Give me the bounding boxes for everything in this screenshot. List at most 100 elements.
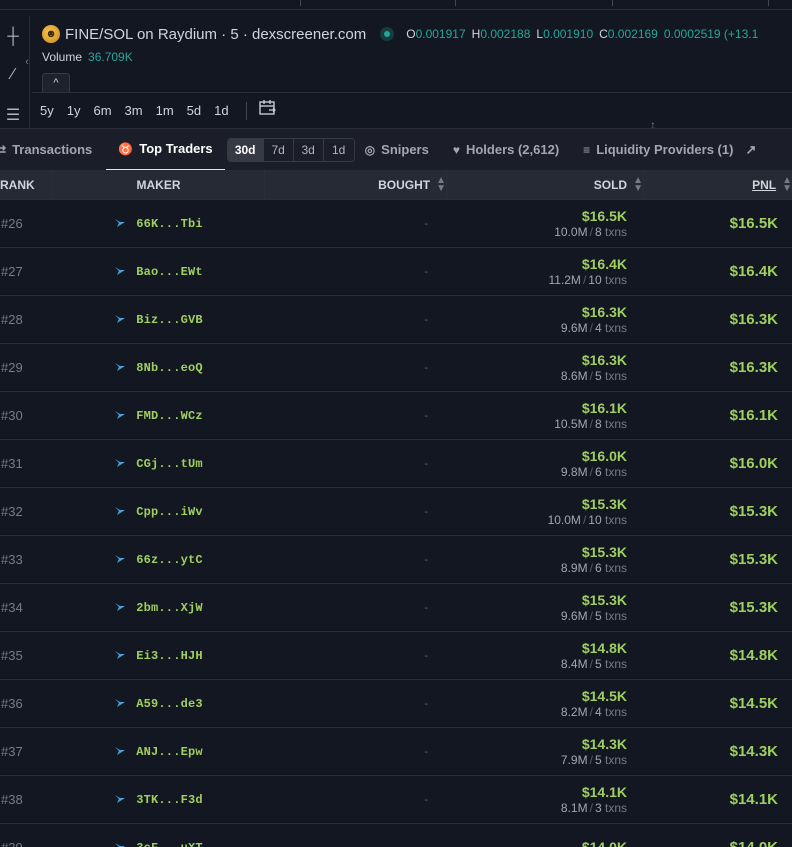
period-30d[interactable]: 30d: [227, 138, 264, 161]
maker-cell[interactable]: Bao...EWt: [53, 248, 264, 295]
maker-address[interactable]: 8Nb...eoQ: [136, 361, 203, 375]
more-tabs-icon[interactable]: ↗: [745, 129, 756, 171]
table-row[interactable]: #28 Biz...GVB - $16.3K 9.6M/4 txns $16.3K: [0, 296, 792, 344]
maker-address[interactable]: 3TK...F3d: [136, 793, 203, 807]
table-row[interactable]: #30 FMD...WCz - $16.1K 10.5M/8 txns $16.1K: [0, 392, 792, 440]
maker-cell[interactable]: 3cF...uXT: [53, 824, 264, 847]
bought-cell: -: [424, 361, 428, 374]
table-row[interactable]: #27 Bao...EWt - $16.4K 11.2M/10 txns $16.4K: [0, 248, 792, 296]
rank-cell: #33: [1, 552, 23, 567]
maker-cell[interactable]: 8Nb...eoQ: [53, 344, 264, 391]
maker-address[interactable]: FMD...WCz: [136, 409, 203, 423]
rank-cell: #38: [1, 792, 23, 807]
txns-label: txns: [604, 224, 627, 239]
calendar-icon[interactable]: [258, 100, 277, 121]
maker-cell[interactable]: 2bm...XjW: [53, 584, 264, 631]
sold-cell: $14.1K 8.1M/3 txns: [447, 776, 643, 823]
header-bought[interactable]: BOUGHT ▲ ▼: [265, 170, 446, 200]
pnl-cell: $14.1K: [729, 791, 778, 808]
table-row[interactable]: #34 2bm...XjW - $15.3K 9.6M/5 txns $15.3K: [0, 584, 792, 632]
sold-amount: $16.4K: [581, 255, 627, 272]
table-row[interactable]: #35 Ei3...HJH - $14.8K 8.4M/5 txns $14.8K: [0, 632, 792, 680]
range-5d[interactable]: 5d: [187, 103, 201, 118]
table-row[interactable]: #36 A59...de3- $14.5K 8.2M/4 txns $14.5K: [0, 680, 792, 728]
txns-label: txns: [604, 320, 627, 335]
slash-separator: /: [582, 512, 587, 527]
maker-address[interactable]: Biz...GVB: [136, 313, 203, 327]
table-row[interactable]: #37 ANJ...Epw - $14.3K 7.9M/5 txns $14.3K: [0, 728, 792, 776]
maker-cell[interactable]: 66z...ytC: [53, 536, 264, 583]
volume-label: Volume: [42, 50, 83, 64]
table-row[interactable]: #26 66K...Tbi - $16.5K 10.0M/8 txns $16.5K: [0, 200, 792, 248]
rank-cell: #30: [1, 408, 23, 423]
maker-address[interactable]: A59...de3: [136, 697, 203, 711]
table-row[interactable]: #31 CGj...tUm - $16.0K 9.8M/6 txns $16.0K: [0, 440, 792, 488]
maker-cell[interactable]: Biz...GVB: [53, 296, 264, 343]
maker-address[interactable]: Cpp...iWv: [136, 505, 203, 519]
maker-address[interactable]: ANJ...Epw: [136, 745, 203, 759]
period-3d[interactable]: 3d: [293, 138, 324, 161]
crosshair-tool-icon[interactable]: ┼: [0, 24, 26, 50]
range-5y[interactable]: 5y: [40, 103, 54, 118]
table-row[interactable]: #29 8Nb...eoQ - $16.3K 8.6M/5 txns $16.3K: [0, 344, 792, 392]
table-row[interactable]: #38 3TK...F3d - $14.1K 8.1M/3 txns $14.1K: [0, 776, 792, 824]
slash-separator: /: [589, 368, 593, 383]
maker-cell[interactable]: Cpp...iWv: [53, 488, 264, 535]
maker-cell[interactable]: Ei3...HJH: [53, 632, 264, 679]
range-6m[interactable]: 6m: [93, 103, 111, 118]
sold-tokens: 11.2M: [548, 272, 581, 287]
maker-address[interactable]: 66K...Tbi: [136, 217, 203, 231]
maker-cell[interactable]: 3TK...F3d: [53, 776, 264, 823]
range-3m[interactable]: 3m: [125, 103, 143, 118]
sold-txns: 8: [594, 416, 602, 431]
table-row[interactable]: #32 Cpp...iWv - $15.3K 10.0M/10 txns $15.3K: [0, 488, 792, 536]
sold-amount: $15.3K: [581, 543, 627, 560]
header-pnl[interactable]: PNL ▲ ▼: [644, 170, 792, 200]
range-1m[interactable]: 1m: [156, 103, 174, 118]
maker-address[interactable]: 66z...ytC: [136, 553, 203, 567]
whale-icon: [114, 409, 126, 423]
sold-cell: $14.3K 7.9M/5 txns: [447, 728, 643, 775]
tab-top-traders[interactable]: ♉ Top Traders: [106, 129, 225, 171]
sold-cell: $16.4K 11.2M/10 txns: [447, 248, 643, 295]
sold-detail: 10.0M/8 txns: [554, 225, 627, 240]
period-selector: 30d 7d 3d 1d: [226, 137, 355, 162]
whale-icon: [114, 553, 126, 567]
table-row[interactable]: #33 66z...ytC - $15.3K 8.9M/6 txns $15.3K: [0, 536, 792, 584]
legend-collapse-button[interactable]: ^: [42, 73, 70, 93]
rank-cell: #26: [1, 216, 23, 231]
maker-address[interactable]: 2bm...XjW: [136, 601, 203, 615]
sold-tokens: 9.6M: [560, 608, 588, 623]
menu-lines-icon[interactable]: ☰: [0, 102, 26, 128]
header-sold[interactable]: SOLD ▲ ▼: [447, 170, 643, 200]
pnl-cell: $16.3K: [729, 311, 778, 328]
maker-cell[interactable]: A59...de3: [53, 680, 264, 727]
period-1d[interactable]: 1d: [323, 138, 354, 161]
maker-cell[interactable]: FMD...WCz: [53, 392, 264, 439]
maker-cell[interactable]: CGj...tUm: [53, 440, 264, 487]
maker-address[interactable]: 3cF...uXT: [136, 841, 203, 847]
txns-label: txns: [604, 608, 627, 623]
arrows-icon: ⇄: [0, 142, 7, 157]
chart-legend: ☻ FINE/SOL on Raydium · 5 · dexscreener.…: [40, 22, 764, 46]
range-1y[interactable]: 1y: [67, 103, 81, 118]
maker-address[interactable]: CGj...tUm: [136, 457, 203, 471]
maker-cell[interactable]: 66K...Tbi: [53, 200, 264, 247]
period-7d[interactable]: 7d: [263, 138, 294, 161]
sold-cell: $14.0K: [447, 824, 643, 847]
maker-address[interactable]: Ei3...HJH: [136, 649, 203, 663]
tab-snipers[interactable]: ◎ Snipers: [365, 129, 429, 171]
chart-panel: ┼ ⁄ ☰ ‹ ☻ FINE/SOL on Raydium · 5 · dexs…: [0, 0, 792, 132]
table-row[interactable]: #39 3cF...uXT - $14.0K $14.0K: [0, 824, 792, 847]
sold-amount: $14.3K: [581, 735, 627, 752]
tab-liquidity-providers[interactable]: ≡ Liquidity Providers (1): [583, 129, 733, 171]
ohlc-close: C0.002169: [599, 27, 658, 41]
maker-address[interactable]: Bao...EWt: [136, 265, 203, 279]
tab-holders[interactable]: ♥ Holders (2,612): [453, 129, 559, 171]
collapse-toolbar-icon[interactable]: ‹: [22, 53, 32, 71]
maker-cell[interactable]: ANJ...Epw: [53, 728, 264, 775]
sold-tokens: 8.2M: [560, 704, 588, 719]
range-1d[interactable]: 1d: [214, 103, 228, 118]
slash-separator: /: [582, 272, 587, 287]
tab-transactions[interactable]: ⇄ Transactions: [0, 129, 92, 171]
